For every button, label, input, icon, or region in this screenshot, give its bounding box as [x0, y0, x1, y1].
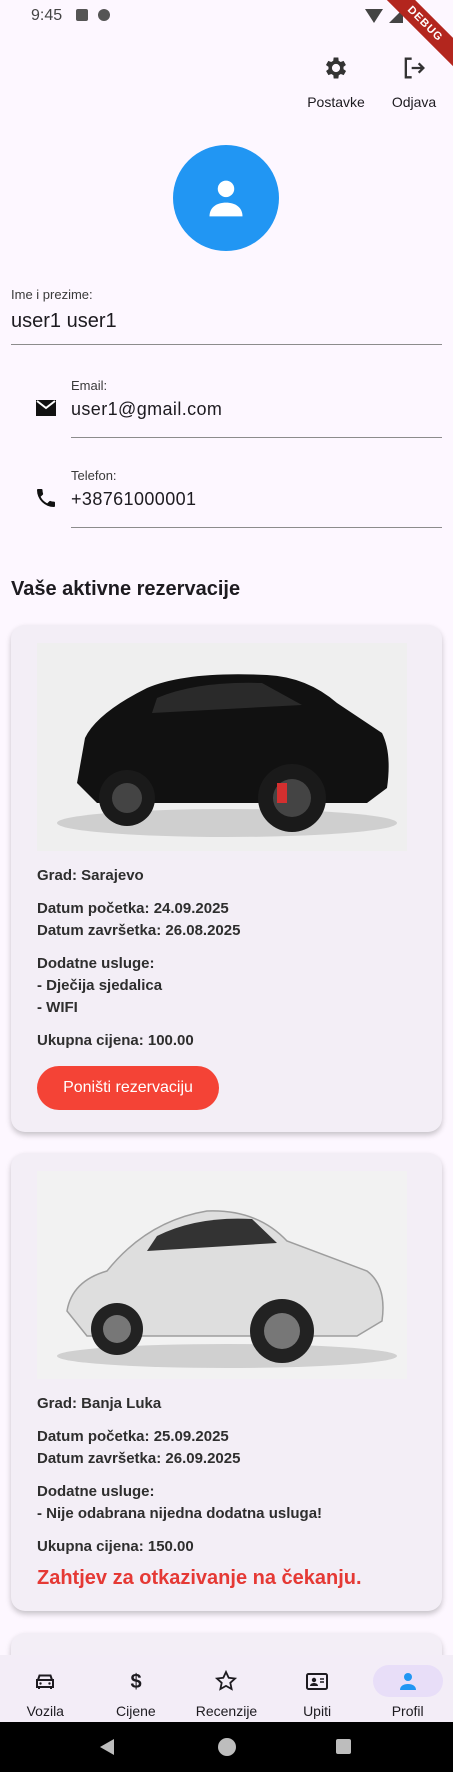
reservation-card: Grad: Banja Luka Datum početka: 25.09.20…: [11, 1153, 442, 1611]
reservation-city: Grad: Sarajevo: [37, 867, 144, 884]
reservation-end: Datum završetka: 26.08.2025: [37, 922, 241, 939]
reservation-total: Ukupna cijena: 100.00: [37, 1032, 194, 1049]
person-icon: [399, 1673, 416, 1690]
logout-button[interactable]: Odjava: [385, 54, 443, 110]
name-field: Ime i prezime: user1 user1: [11, 287, 442, 345]
dollar-icon: $: [130, 1671, 141, 1693]
star-icon: [215, 1669, 238, 1691]
email-value: user1@gmail.com: [71, 399, 223, 419]
top-actions: Postavke Odjava: [307, 54, 443, 110]
service-item: - Dječija sjedalica: [37, 977, 163, 994]
sync-icon: [98, 9, 110, 21]
nav-label: Recenzije: [195, 1703, 258, 1719]
bottom-navigation: Vozila $ Cijene Recenzije Upiti Profil: [0, 1655, 453, 1722]
reservation-card: Grad: Sarajevo Datum početka: 24.09.2025…: [11, 625, 442, 1132]
nav-label: Profil: [391, 1703, 424, 1719]
service-item: - WIFI: [37, 999, 78, 1016]
logout-label: Odjava: [391, 94, 437, 110]
reservation-total: Ukupna cijena: 150.00: [37, 1538, 194, 1555]
active-indicator: [372, 1665, 443, 1697]
nav-item-profil[interactable]: Profil: [362, 1655, 453, 1722]
wifi-icon: [365, 8, 383, 23]
car-icon: [36, 1674, 55, 1689]
reservation-city: Grad: Banja Luka: [37, 1395, 162, 1412]
nav-label: Upiti: [303, 1703, 332, 1719]
recents-icon[interactable]: [336, 1739, 351, 1754]
phone-icon: [37, 489, 55, 507]
phone-label: Telefon:: [71, 468, 117, 483]
reservation-end: Datum završetka: 26.09.2025: [37, 1450, 241, 1467]
reservation-info: Grad: Banja Luka Datum početka: 25.09.20…: [37, 1393, 417, 1569]
nav-label: Cijene: [116, 1703, 156, 1719]
email-field: Email: user1@gmail.com: [11, 378, 442, 438]
pending-cancellation-text: Zahtjev za otkazivanje na čekanju.: [37, 1567, 362, 1589]
phone-value: +38761000001: [71, 489, 197, 509]
reservation-start: Datum početka: 25.09.2025: [37, 1428, 229, 1445]
logout-icon: [404, 57, 425, 79]
sd-card-icon: [76, 9, 88, 21]
nav-item-recenzije[interactable]: Recenzije: [181, 1655, 272, 1722]
status-time: 9:45: [31, 7, 63, 24]
email-icon: [36, 400, 56, 416]
settings-button[interactable]: Postavke: [307, 54, 365, 110]
home-icon[interactable]: [218, 1738, 236, 1756]
cancel-reservation-button[interactable]: Poništi rezervaciju: [37, 1066, 219, 1110]
person-icon: [209, 180, 243, 217]
service-item: - Nije odabrana nijedna dodatna usluga!: [37, 1505, 323, 1522]
services-title: Dodatne usluge:: [37, 1483, 155, 1500]
reservation-info: Grad: Sarajevo Datum početka: 24.09.2025…: [37, 865, 417, 1063]
contact-card-icon: [306, 1673, 329, 1690]
status-bar: 9:45: [0, 0, 453, 32]
nav-item-vozila[interactable]: Vozila: [0, 1655, 91, 1722]
car-image: [37, 643, 407, 851]
name-label: Ime i prezime:: [11, 287, 93, 302]
reservation-start: Datum početka: 24.09.2025: [37, 900, 229, 917]
avatar: [173, 145, 279, 251]
reservations-title: Vaše aktivne rezervacije: [11, 578, 241, 600]
back-icon[interactable]: [100, 1739, 114, 1755]
email-label: Email:: [71, 378, 108, 393]
system-navigation-bar: [0, 1722, 453, 1772]
phone-field: Telefon: +38761000001: [11, 468, 442, 528]
name-value: user1 user1: [11, 310, 117, 332]
nav-label: Vozila: [26, 1703, 64, 1719]
nav-item-cijene[interactable]: $ Cijene: [91, 1655, 182, 1722]
nav-item-upiti[interactable]: Upiti: [272, 1655, 363, 1722]
services-title: Dodatne usluge:: [37, 955, 155, 972]
settings-label: Postavke: [307, 94, 365, 110]
svg-text:$: $: [130, 1671, 141, 1693]
car-image: [37, 1171, 407, 1379]
gear-icon: [325, 57, 347, 79]
